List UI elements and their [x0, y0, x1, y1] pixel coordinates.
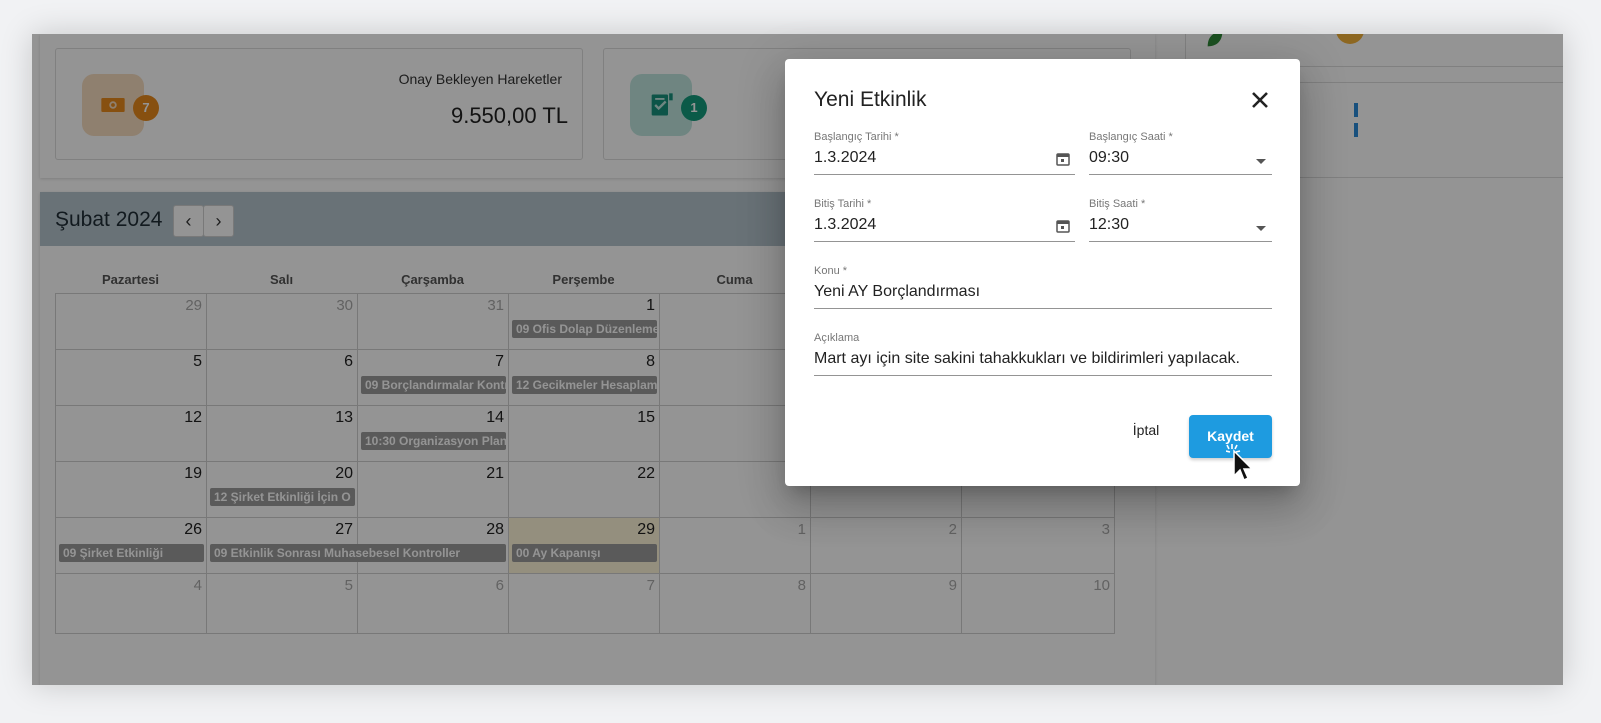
subject-input[interactable]: Yeni AY Borçlandırması [814, 279, 1272, 309]
calendar-icon[interactable] [1055, 218, 1071, 234]
calendar-icon[interactable] [1055, 151, 1071, 167]
description-input[interactable]: Mart ayı için site sakini tahakkukları v… [814, 346, 1272, 376]
description-field[interactable]: Açıklama Mart ayı için site sakini tahak… [814, 332, 1272, 378]
subject-label: Konu * [814, 265, 848, 277]
cancel-button[interactable]: İptal [1126, 415, 1166, 445]
dropdown-arrow-icon[interactable] [1256, 159, 1266, 164]
start-date-label: Başlangıç Tarihi * [814, 131, 899, 143]
start-date-input[interactable]: 1.3.2024 [814, 145, 1075, 175]
subject-field[interactable]: Konu * Yeni AY Borçlandırması [814, 265, 1272, 311]
dialog-title: Yeni Etkinlik [814, 88, 927, 111]
end-time-select[interactable]: 12:30 [1089, 212, 1272, 242]
end-date-input[interactable]: 1.3.2024 [814, 212, 1075, 242]
description-label: Açıklama [814, 332, 860, 344]
new-event-dialog: Yeni Etkinlik Başlangıç Tarihi * 1.3.202… [785, 59, 1300, 486]
start-date-field[interactable]: Başlangıç Tarihi * 1.3.2024 [814, 131, 1075, 177]
end-time-field[interactable]: Bitiş Saati * 12:30 [1089, 198, 1272, 244]
start-time-select[interactable]: 09:30 [1089, 145, 1272, 175]
end-date-label: Bitiş Tarihi * [814, 198, 872, 210]
start-time-field[interactable]: Başlangıç Saati * 09:30 [1089, 131, 1272, 177]
mouse-pointer-icon [1226, 444, 1254, 482]
end-date-field[interactable]: Bitiş Tarihi * 1.3.2024 [814, 198, 1075, 244]
start-time-label: Başlangıç Saati * [1089, 131, 1173, 143]
close-icon[interactable] [1246, 86, 1274, 114]
dropdown-arrow-icon[interactable] [1256, 226, 1266, 231]
end-time-label: Bitiş Saati * [1089, 198, 1146, 210]
